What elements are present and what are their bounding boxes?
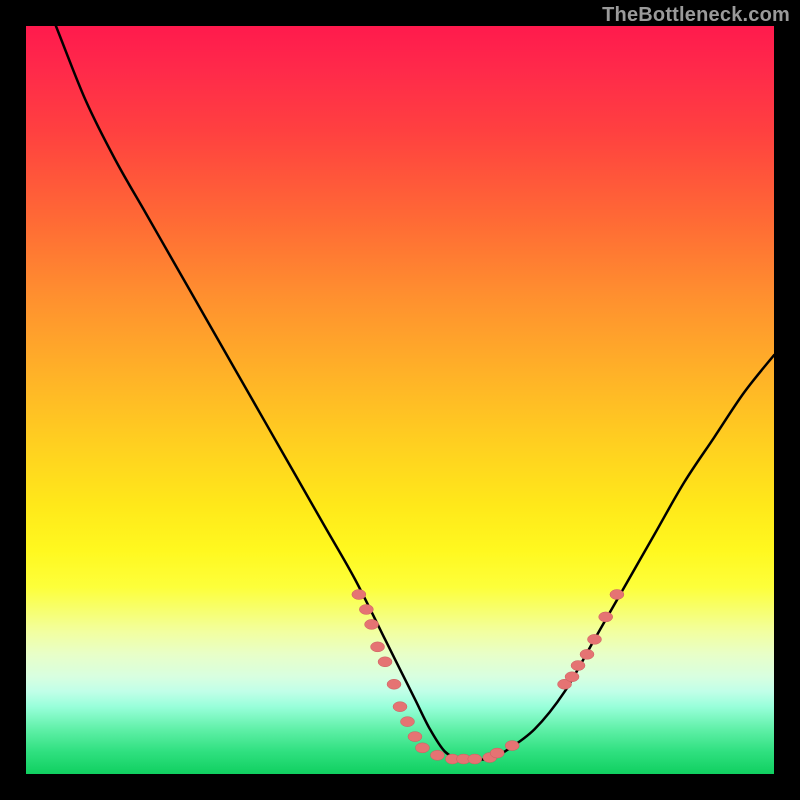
curve-marker [359, 604, 373, 614]
curve-marker [580, 649, 594, 659]
curve-marker [415, 743, 429, 753]
curve-marker [430, 750, 444, 760]
curve-marker [505, 741, 519, 751]
chart-container: TheBottleneck.com [0, 0, 800, 800]
plot-area [26, 26, 774, 774]
curve-marker [400, 717, 414, 727]
watermark-text: TheBottleneck.com [602, 4, 790, 27]
curve-marker [408, 732, 422, 742]
curve-marker [599, 612, 613, 622]
curve-marker [371, 642, 385, 652]
curve-marker [365, 619, 379, 629]
curve-marker [571, 661, 585, 671]
curve-marker [387, 679, 401, 689]
curve-marker [610, 589, 624, 599]
curve-marker [565, 672, 579, 682]
curve-marker [468, 754, 482, 764]
curve-marker [393, 702, 407, 712]
curve-marker [587, 634, 601, 644]
curve-marker [490, 748, 504, 758]
bottleneck-curve [26, 26, 774, 774]
curve-marker [378, 657, 392, 667]
curve-marker [352, 589, 366, 599]
